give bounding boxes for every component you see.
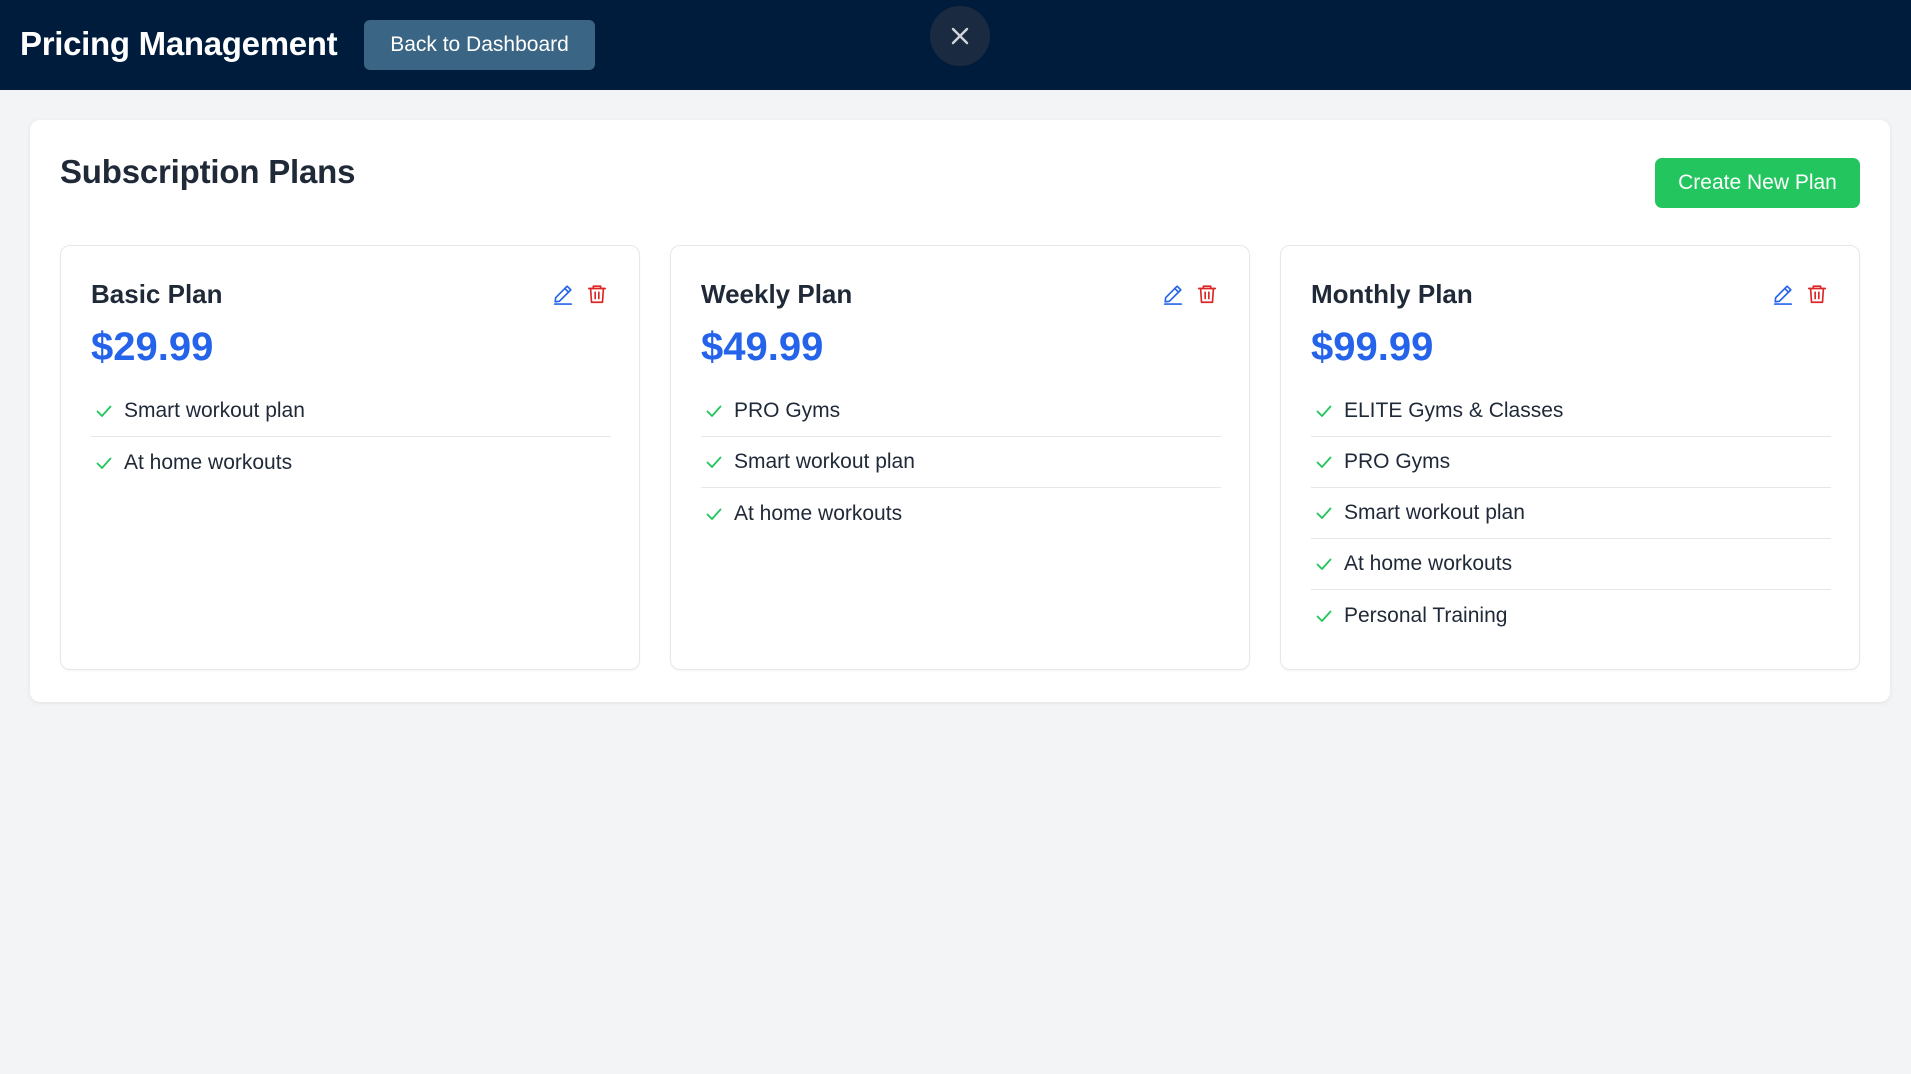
- close-button[interactable]: [930, 6, 990, 66]
- check-icon: [1313, 553, 1335, 575]
- feature-text: PRO Gyms: [1344, 450, 1451, 473]
- top-bar: Pricing Management Back to Dashboard: [0, 0, 1911, 90]
- plan-name: Monthly Plan: [1311, 279, 1473, 309]
- feature-item: At home workouts: [701, 488, 1221, 539]
- feature-text: ELITE Gyms & Classes: [1344, 399, 1564, 422]
- feature-item: ELITE Gyms & Classes: [1311, 386, 1831, 437]
- feature-item: At home workouts: [91, 437, 611, 488]
- feature-item: At home workouts: [1311, 539, 1831, 590]
- feature-list: ELITE Gyms & Classes PRO Gyms Smart work…: [1311, 386, 1831, 641]
- pencil-edit-icon: [1773, 285, 1793, 305]
- trash-icon: [1197, 285, 1217, 304]
- plan-actions: [1771, 282, 1829, 306]
- check-icon: [93, 400, 115, 422]
- delete-button[interactable]: [1195, 282, 1219, 306]
- subscription-plans-panel: Subscription Plans Create New Plan Basic…: [30, 120, 1890, 702]
- check-icon: [1313, 451, 1335, 473]
- check-icon: [1313, 502, 1335, 524]
- plan-card-weekly: Weekly Plan $49.99 PRO Gyms Smart workou…: [670, 245, 1250, 670]
- section-title: Subscription Plans: [60, 153, 356, 190]
- plan-price: $99.99: [1311, 325, 1434, 369]
- plan-name: Weekly Plan: [701, 279, 853, 309]
- feature-text: Smart workout plan: [734, 450, 915, 473]
- plan-card-monthly: Monthly Plan $99.99 ELITE Gyms & Classes…: [1280, 245, 1860, 670]
- delete-button[interactable]: [1805, 282, 1829, 306]
- close-icon: [951, 27, 969, 45]
- feature-item: Smart workout plan: [1311, 488, 1831, 539]
- check-icon: [1313, 400, 1335, 422]
- trash-icon: [587, 285, 607, 304]
- check-icon: [703, 503, 725, 525]
- feature-text: At home workouts: [124, 450, 293, 474]
- feature-list: PRO Gyms Smart workout plan At home work…: [701, 386, 1221, 539]
- check-icon: [703, 400, 725, 422]
- create-new-plan-button[interactable]: Create New Plan: [1655, 158, 1860, 208]
- check-icon: [1313, 605, 1335, 627]
- check-icon: [93, 452, 115, 474]
- check-icon: [703, 451, 725, 473]
- pencil-edit-icon: [1163, 285, 1183, 305]
- pencil-edit-icon: [553, 285, 573, 305]
- trash-icon: [1807, 285, 1827, 304]
- feature-text: Personal Training: [1344, 603, 1508, 627]
- plan-price: $49.99: [701, 325, 824, 369]
- feature-text: At home workouts: [734, 501, 903, 525]
- back-to-dashboard-button[interactable]: Back to Dashboard: [364, 20, 595, 70]
- feature-item: Smart workout plan: [91, 386, 611, 437]
- feature-text: PRO Gyms: [734, 399, 841, 422]
- delete-button[interactable]: [585, 282, 609, 306]
- plan-price: $29.99: [91, 325, 214, 369]
- edit-button[interactable]: [551, 282, 575, 306]
- edit-button[interactable]: [1161, 282, 1185, 306]
- feature-item: PRO Gyms: [701, 386, 1221, 437]
- page-title: Pricing Management: [20, 25, 338, 62]
- feature-item: Personal Training: [1311, 590, 1831, 641]
- feature-text: Smart workout plan: [1344, 501, 1525, 524]
- feature-item: Smart workout plan: [701, 437, 1221, 488]
- feature-text: At home workouts: [1344, 552, 1513, 575]
- plan-actions: [1161, 282, 1219, 306]
- feature-list: Smart workout plan At home workouts: [91, 386, 611, 488]
- plan-actions: [551, 282, 609, 306]
- plan-name: Basic Plan: [91, 279, 223, 309]
- feature-text: Smart workout plan: [124, 399, 305, 422]
- edit-button[interactable]: [1771, 282, 1795, 306]
- feature-item: PRO Gyms: [1311, 437, 1831, 488]
- plan-card-basic: Basic Plan $29.99 Smart workout plan At …: [60, 245, 640, 670]
